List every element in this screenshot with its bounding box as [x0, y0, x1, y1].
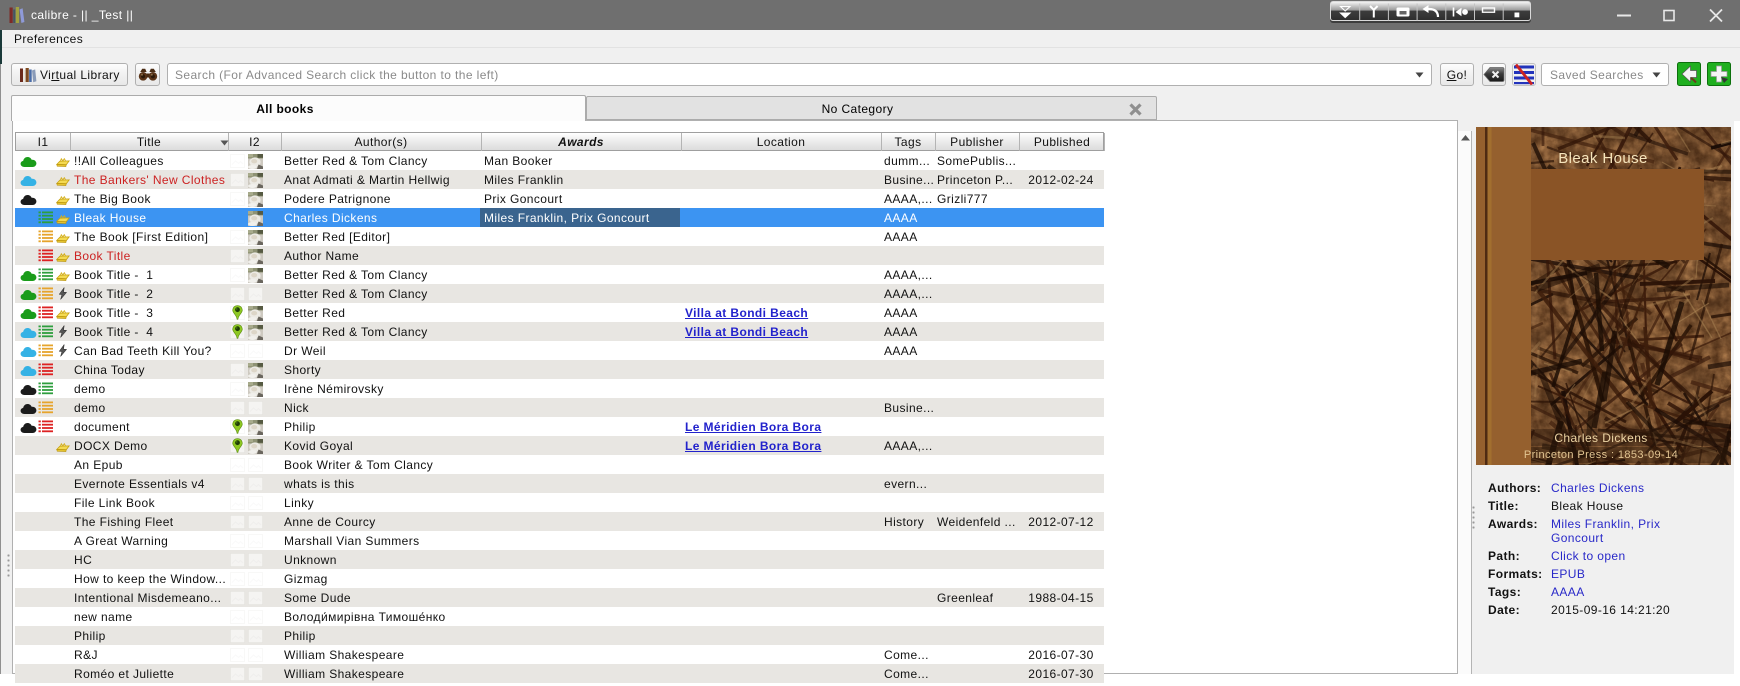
- svg-text:Princeton Press : 1853-09-14: Princeton Press : 1853-09-14: [1524, 449, 1678, 461]
- svg-text:Bleak House: Bleak House: [1558, 150, 1647, 167]
- svg-text:Charles Dickens: Charles Dickens: [1554, 431, 1647, 445]
